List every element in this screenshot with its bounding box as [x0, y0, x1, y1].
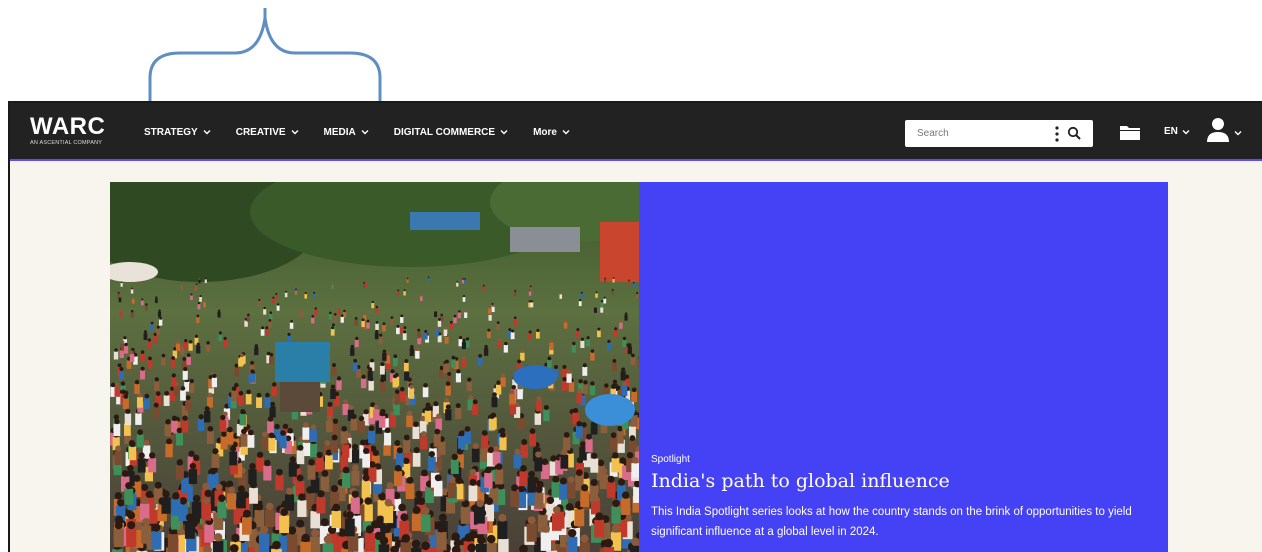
spotlight-text: Spotlight India's path to global influen… — [651, 454, 1154, 542]
more-options-icon[interactable] — [1055, 125, 1059, 143]
annotation-brace — [148, 8, 382, 103]
nav-label: STRATEGY — [144, 126, 198, 138]
nav-item-digital-commerce[interactable]: DIGITAL COMMERCE — [394, 127, 508, 138]
nav-label: CREATIVE — [235, 126, 286, 138]
nav-item-more[interactable]: More — [533, 127, 570, 138]
nav-item-strategy[interactable]: STRATEGY — [144, 127, 211, 138]
folder-icon[interactable] — [1119, 124, 1141, 141]
main-nav: STRATEGY CREATIVE MEDIA DIGITAL COMMERCE… — [144, 103, 595, 161]
spotlight-title[interactable]: India's path to global influence — [651, 469, 1154, 493]
warc-logo[interactable]: WARC AN ASCENTIAL COMPANY — [30, 113, 106, 147]
nav-label: More — [533, 126, 557, 138]
nav-item-media[interactable]: MEDIA — [324, 127, 369, 138]
spotlight-hero[interactable]: Spotlight India's path to global influen… — [110, 182, 1168, 552]
spotlight-kicker: Spotlight — [651, 454, 690, 465]
search-icon[interactable] — [1067, 126, 1081, 140]
crowd-illustration — [110, 182, 639, 552]
language-selector[interactable]: EN — [1164, 126, 1190, 137]
logo-tagline: AN ASCENTIAL COMPANY — [30, 140, 103, 146]
spotlight-description: This India Spotlight series looks at how… — [651, 506, 1132, 538]
logo-wordmark: WARC — [30, 113, 106, 140]
nav-label: DIGITAL COMMERCE — [393, 126, 496, 138]
crowded-street-photo — [110, 182, 639, 552]
chevron-down-icon — [291, 130, 299, 135]
chevron-down-icon[interactable] — [1234, 129, 1242, 137]
search-box — [905, 120, 1093, 147]
nav-item-creative[interactable]: CREATIVE — [236, 127, 299, 138]
top-navigation-bar: WARC AN ASCENTIAL COMPANY STRATEGY CREAT… — [10, 103, 1262, 161]
browser-viewport: WARC AN ASCENTIAL COMPANY STRATEGY CREAT… — [8, 101, 1262, 552]
chevron-down-icon — [361, 130, 369, 135]
user-account-icon[interactable] — [1206, 117, 1230, 143]
spotlight-panel: Spotlight India's path to global influen… — [639, 182, 1168, 552]
chevron-down-icon — [203, 130, 211, 135]
nav-label: MEDIA — [323, 126, 356, 138]
language-label: EN — [1164, 126, 1178, 137]
search-input[interactable] — [905, 128, 1045, 139]
chevron-down-icon — [500, 130, 508, 135]
chevron-down-icon — [1182, 129, 1190, 134]
chevron-down-icon — [562, 130, 570, 135]
